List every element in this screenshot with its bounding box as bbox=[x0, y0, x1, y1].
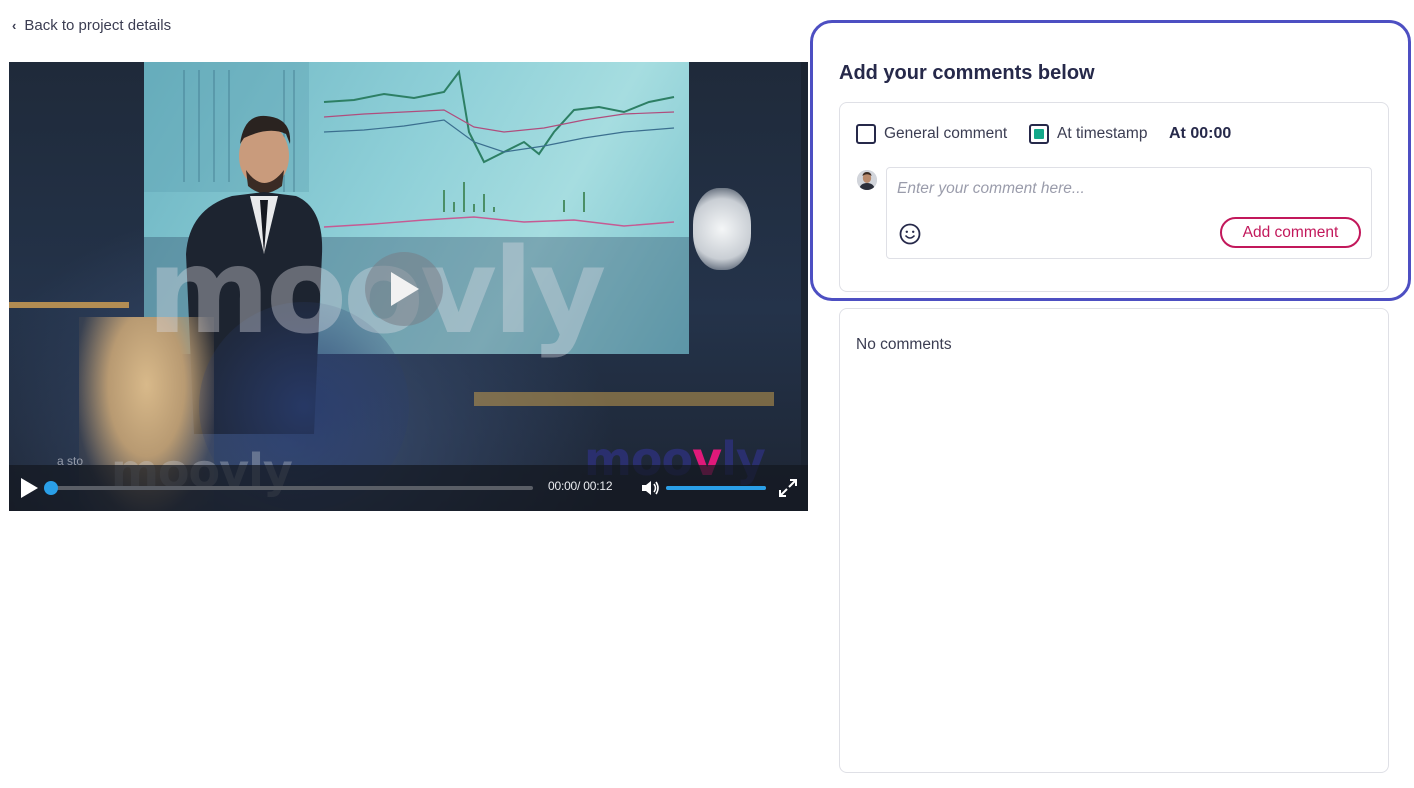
play-icon bbox=[391, 272, 419, 306]
volume-fill bbox=[666, 486, 766, 490]
video-player[interactable]: moovly a sto moovly moovly 00:00/ 00:12 bbox=[9, 62, 808, 511]
big-play-button[interactable] bbox=[365, 252, 443, 326]
timestamp-label: At timestamp bbox=[1057, 125, 1148, 142]
comment-input-box: Add comment bbox=[886, 167, 1372, 259]
back-to-project-link[interactable]: ‹ Back to project details bbox=[12, 14, 171, 36]
general-comment-checkbox[interactable] bbox=[856, 124, 876, 144]
progress-handle[interactable] bbox=[44, 481, 58, 495]
add-comment-button[interactable]: Add comment bbox=[1220, 217, 1361, 248]
chevron-left-icon: ‹ bbox=[12, 17, 17, 33]
timestamp-option[interactable]: At timestamp bbox=[1029, 123, 1147, 145]
player-controls: 00:00/ 00:12 bbox=[9, 465, 808, 511]
wood-panel bbox=[9, 302, 129, 308]
volume-slider[interactable] bbox=[666, 486, 766, 490]
fullscreen-icon[interactable] bbox=[779, 479, 797, 497]
no-comments-text: No comments bbox=[856, 336, 952, 353]
emoji-icon[interactable] bbox=[899, 223, 921, 245]
ceiling-lamp bbox=[693, 188, 751, 270]
table-reflection bbox=[474, 392, 774, 406]
user-avatar-icon bbox=[857, 170, 877, 190]
general-comment-option[interactable]: General comment bbox=[856, 123, 1007, 145]
general-comment-label: General comment bbox=[884, 125, 1008, 142]
avatar bbox=[857, 170, 877, 190]
timestamp-checkbox[interactable] bbox=[1029, 124, 1049, 144]
comment-input[interactable] bbox=[897, 178, 1357, 200]
timestamp-value: At 00:00 bbox=[1169, 125, 1232, 142]
comments-title: Add your comments below bbox=[839, 62, 1095, 84]
play-icon[interactable] bbox=[19, 477, 39, 499]
time-display: 00:00/ 00:12 bbox=[548, 479, 613, 493]
progress-bar[interactable] bbox=[44, 481, 533, 495]
volume-icon[interactable] bbox=[641, 479, 661, 497]
back-link-label: Back to project details bbox=[24, 16, 172, 34]
comments-list: No comments bbox=[839, 308, 1389, 773]
video-frame: moovly a sto moovly moovly bbox=[9, 62, 801, 511]
